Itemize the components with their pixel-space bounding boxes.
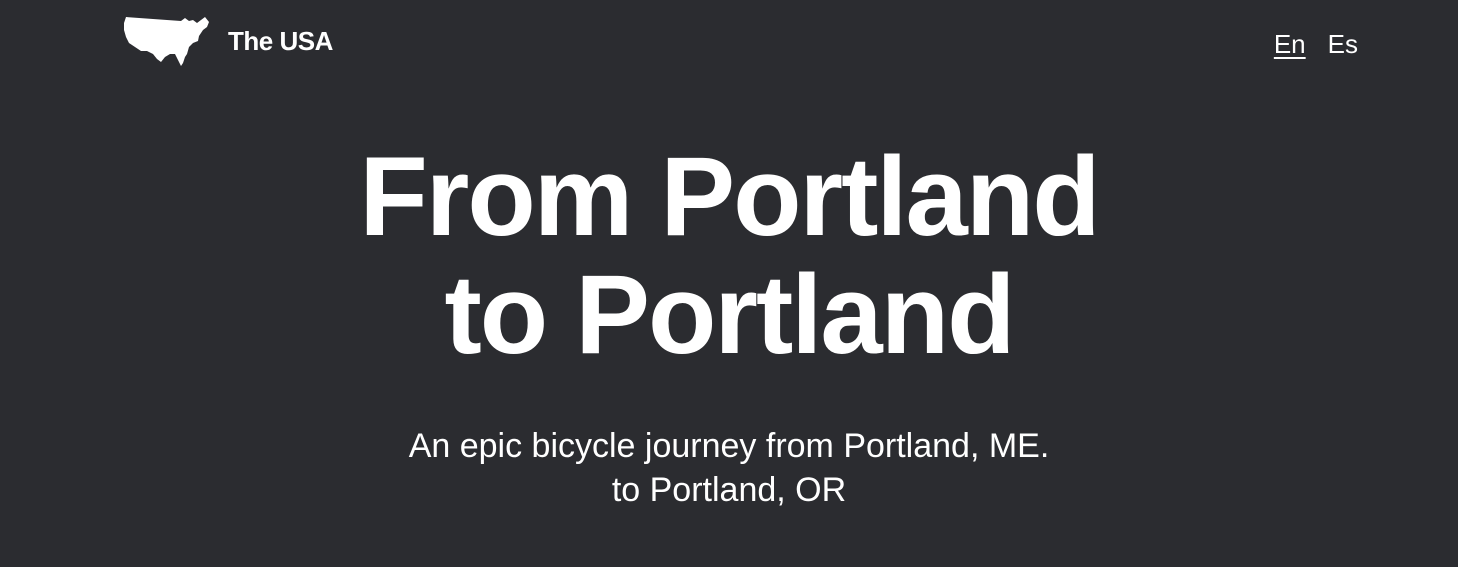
language-switcher: En Es bbox=[1252, 31, 1358, 57]
hero-section: From Portland to Portland An epic bicycl… bbox=[0, 138, 1458, 512]
page: The USA En Es From Portland to Portland … bbox=[0, 0, 1458, 567]
brand-name: The USA bbox=[228, 26, 333, 56]
hero-subtitle-line-2: to Portland, OR bbox=[611, 471, 847, 509]
usa-map-icon bbox=[123, 14, 211, 68]
hero-subtitle-line-1: An epic bicycle journey from Portland, M… bbox=[408, 427, 1050, 465]
hero-title-line-2: to Portland bbox=[444, 252, 1015, 377]
language-en-link[interactable]: En bbox=[1274, 31, 1306, 57]
hero-title: From Portland to Portland bbox=[0, 138, 1458, 374]
language-es-link[interactable]: Es bbox=[1328, 31, 1358, 57]
hero-subtitle: An epic bicycle journey from Portland, M… bbox=[0, 424, 1458, 512]
site-header: The USA En Es bbox=[0, 0, 1458, 90]
brand-link[interactable]: The USA bbox=[123, 14, 333, 68]
hero-title-line-1: From Portland bbox=[359, 134, 1100, 259]
